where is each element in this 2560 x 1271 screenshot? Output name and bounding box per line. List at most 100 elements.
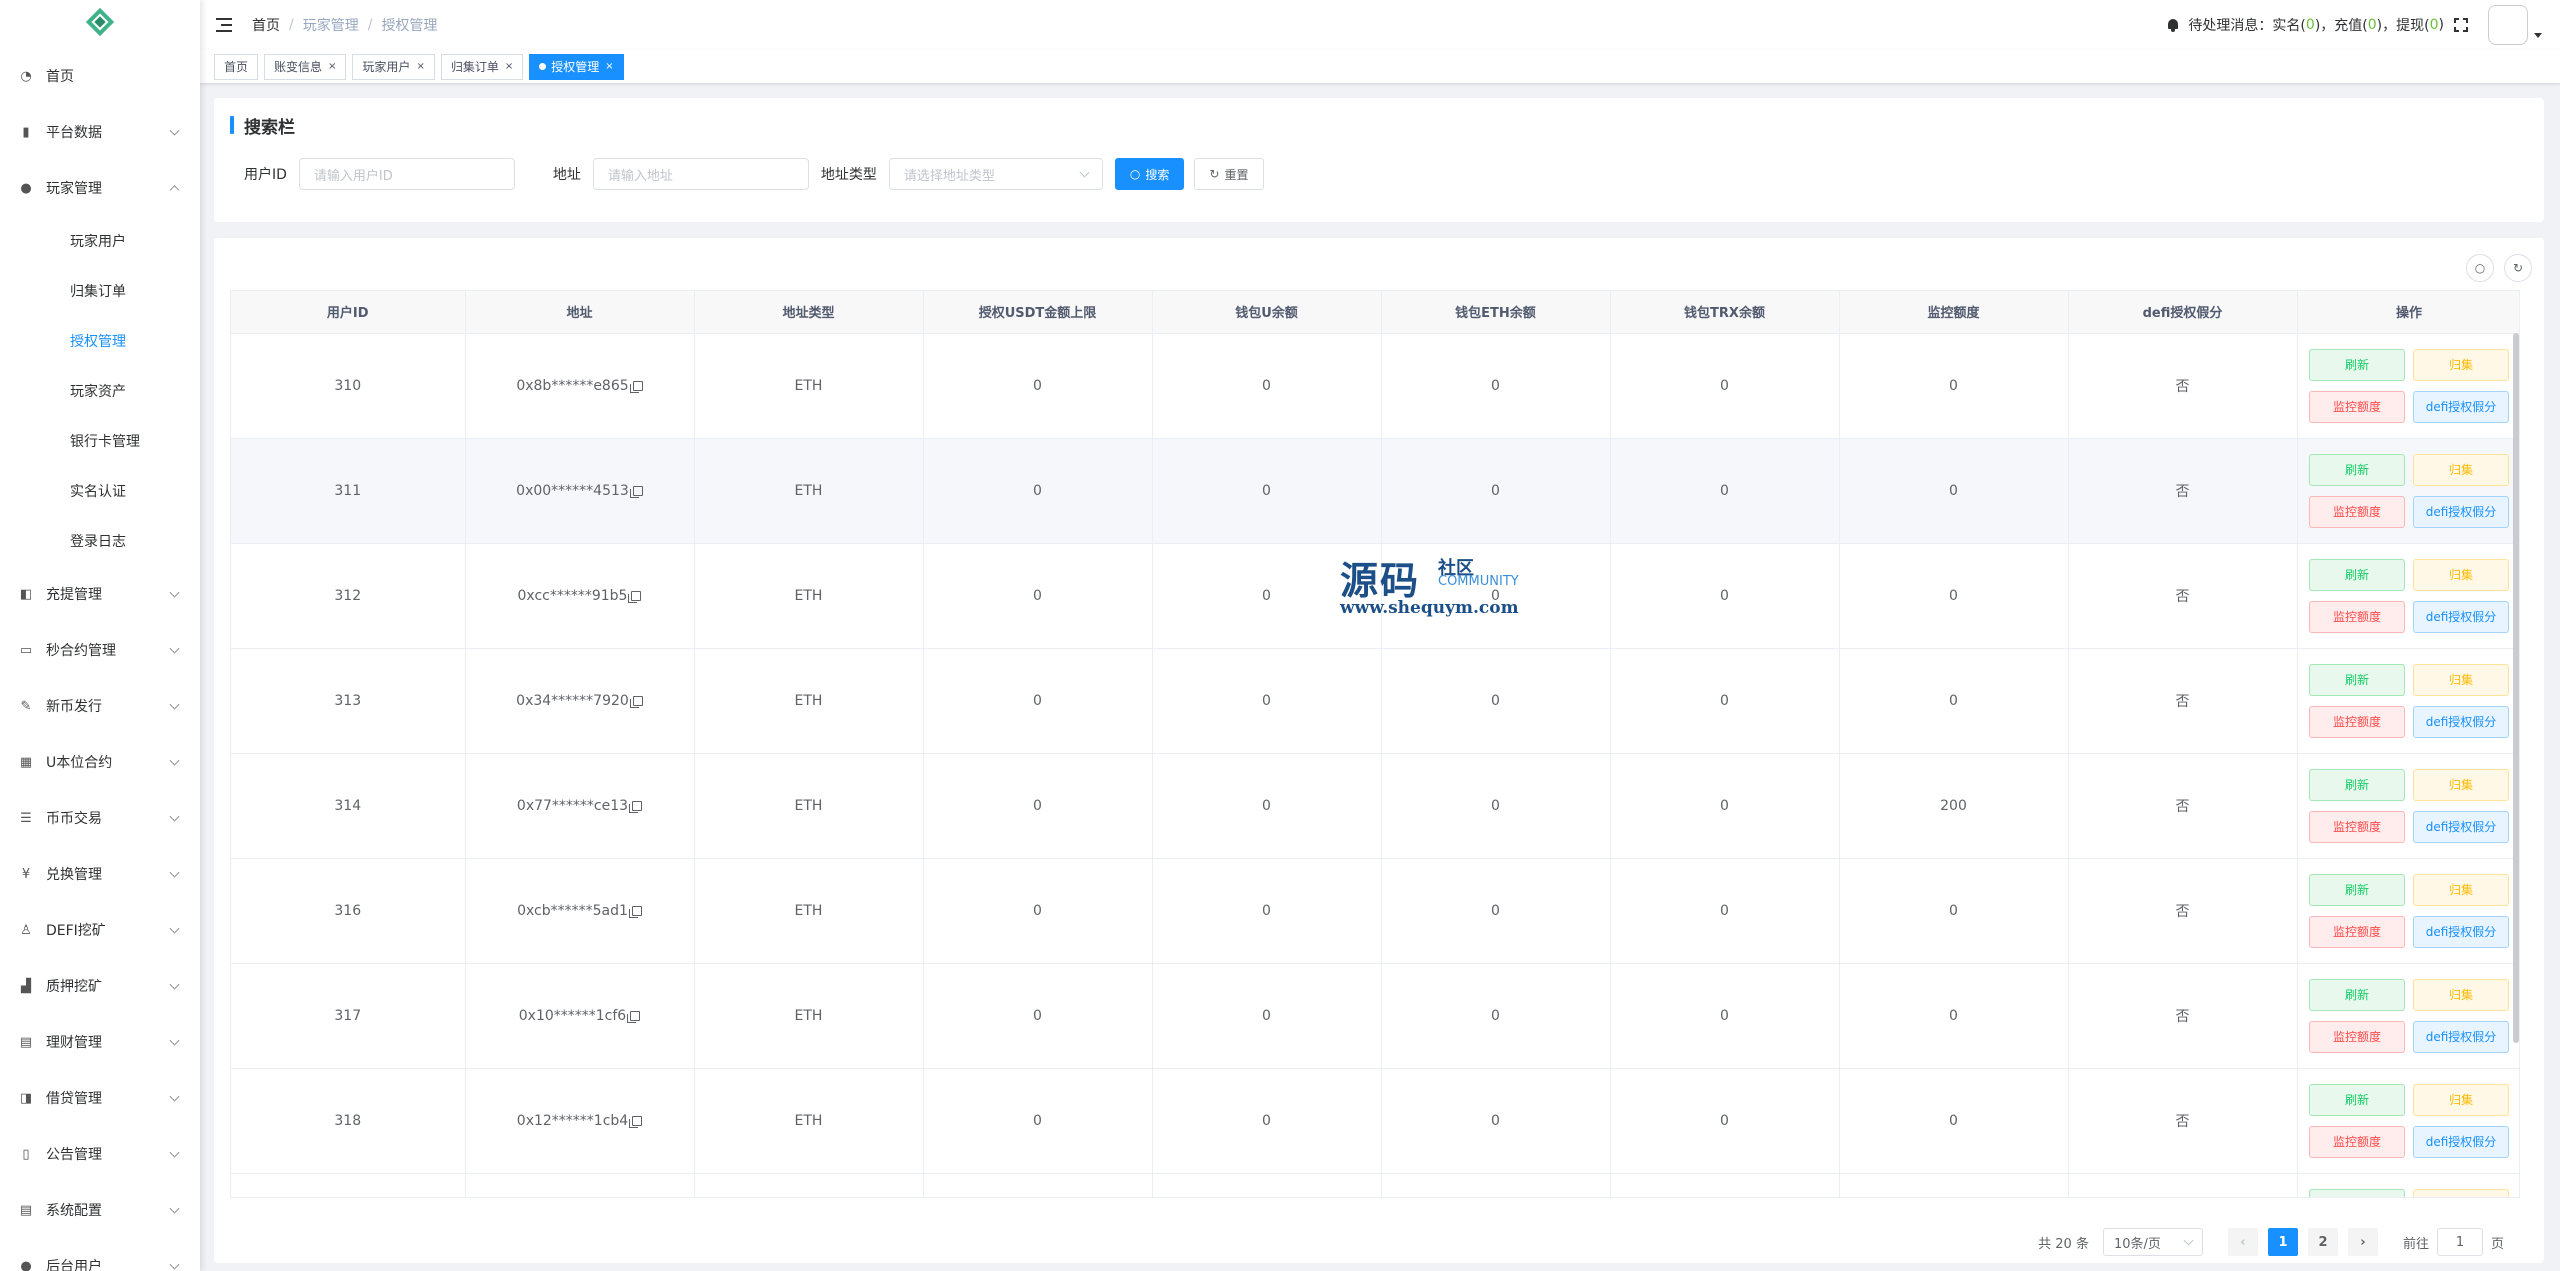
sidebar-subitem-3[interactable]: 玩家资产 [0,366,200,416]
tag-4[interactable]: 授权管理 × [529,53,624,80]
sidebar-item-7[interactable]: ☰ 币币交易 [0,790,200,846]
sidebar-item-12[interactable]: ◨ 借贷管理 [0,1070,200,1126]
copy-icon[interactable] [627,1010,641,1023]
sidebar-item-2[interactable]: ● 玩家管理 [0,160,200,216]
copy-icon[interactable] [628,590,642,603]
copy-icon[interactable] [629,380,643,393]
recharge-count[interactable]: 0 [2368,17,2377,33]
tag-1[interactable]: 账变信息 × [264,53,347,80]
address-type-select[interactable]: 请选择地址类型 [888,158,1103,190]
recharge-label[interactable]: )，充值( [2315,15,2368,35]
reset-button[interactable]: ↻ 重置 [1194,158,1264,190]
defi-fake-score-button[interactable]: defi授权假分 [2413,600,2509,633]
sidebar-item-13[interactable]: ▯ 公告管理 [0,1126,200,1182]
breadcrumb-home[interactable]: 首页 [252,15,280,35]
search-button[interactable]: ○ 搜索 [1114,158,1185,190]
avatar[interactable] [2488,5,2528,45]
copy-icon[interactable] [629,485,643,498]
monitor-limit-button[interactable]: 监控额度 [2309,390,2405,423]
tag-2[interactable]: 玩家用户 × [352,53,435,80]
sidebar-item-0[interactable]: ◔ 首页 [0,48,200,104]
monitor-limit-button[interactable]: 监控额度 [2309,705,2405,738]
defi-fake-score-button[interactable]: defi授权假分 [2413,705,2509,738]
table-scrollbar[interactable] [2513,333,2519,1043]
page-size-select[interactable]: 10条/页 [2102,1228,2203,1256]
address-input[interactable]: 请输入地址 [592,158,809,190]
close-icon[interactable]: × [605,61,613,72]
fullscreen-icon[interactable] [2454,18,2468,32]
page-2-button[interactable]: 2 [2307,1228,2338,1256]
sidebar-item-14[interactable]: ▤ 系统配置 [0,1182,200,1238]
refresh-button[interactable]: 刷新 [2309,873,2405,906]
realname-count[interactable]: 0 [2306,17,2315,33]
refresh-button[interactable]: 刷新 [2309,558,2405,591]
defi-fake-score-button[interactable]: defi授权假分 [2413,1125,2509,1158]
refresh-button[interactable]: 刷新 [2309,1083,2405,1116]
refresh-button[interactable]: 刷新 [2309,663,2405,696]
tag-0[interactable]: 首页 [214,53,259,80]
monitor-limit-button[interactable]: 监控额度 [2309,1020,2405,1053]
sidebar-item-5[interactable]: ✎ 新币发行 [0,678,200,734]
sidebar-item-10[interactable]: ▟ 质押挖矿 [0,958,200,1014]
caret-down-icon[interactable] [2534,32,2542,38]
logo[interactable] [0,0,200,48]
defi-fake-score-button[interactable]: defi授权假分 [2413,1020,2509,1053]
withdraw-count[interactable]: 0 [2430,17,2439,33]
copy-icon[interactable] [628,905,642,918]
collect-button[interactable]: 归集 [2413,348,2509,381]
close-icon[interactable]: × [328,61,336,72]
copy-icon[interactable] [629,695,643,708]
sidebar-subitem-0[interactable]: 玩家用户 [0,216,200,266]
prev-page-button[interactable]: ‹ [2227,1228,2258,1256]
refresh-button[interactable]: 刷新 [2309,978,2405,1011]
withdraw-label[interactable]: )，提现( [2377,15,2430,35]
refresh-button[interactable]: 刷新 [2309,1188,2405,1197]
collect-button[interactable]: 归集 [2413,1188,2509,1197]
collect-button[interactable]: 归集 [2413,558,2509,591]
goto-page-input[interactable]: 1 [2436,1228,2483,1256]
next-page-button[interactable]: › [2347,1228,2378,1256]
sidebar-subitem-1[interactable]: 归集订单 [0,266,200,316]
monitor-limit-button[interactable]: 监控额度 [2309,915,2405,948]
refresh-button[interactable]: 刷新 [2309,453,2405,486]
sidebar-subitem-4[interactable]: 银行卡管理 [0,416,200,466]
sidebar-item-6[interactable]: ▦ U本位合约 [0,734,200,790]
sidebar-item-8[interactable]: ¥ 兑换管理 [0,846,200,902]
realname-label[interactable]: 实名( [2272,15,2305,35]
sidebar-item-1[interactable]: ▮ 平台数据 [0,104,200,160]
sidebar-subitem-5[interactable]: 实名认证 [0,466,200,516]
sidebar-item-11[interactable]: ▤ 理财管理 [0,1014,200,1070]
sidebar-item-4[interactable]: ▭ 秒合约管理 [0,622,200,678]
monitor-limit-button[interactable]: 监控额度 [2309,810,2405,843]
monitor-limit-button[interactable]: 监控额度 [2309,1125,2405,1158]
collect-button[interactable]: 归集 [2413,768,2509,801]
collect-button[interactable]: 归集 [2413,1083,2509,1116]
sidebar-subitem-6[interactable]: 登录日志 [0,516,200,566]
toggle-search-button[interactable]: ○ [2466,254,2494,282]
defi-fake-score-button[interactable]: defi授权假分 [2413,915,2509,948]
defi-fake-score-button[interactable]: defi授权假分 [2413,495,2509,528]
defi-fake-score-button[interactable]: defi授权假分 [2413,390,2509,423]
collect-button[interactable]: 归集 [2413,453,2509,486]
close-icon[interactable]: × [505,61,513,72]
sidebar-item-3[interactable]: ◧ 充提管理 [0,566,200,622]
close-icon[interactable]: × [416,61,424,72]
collect-button[interactable]: 归集 [2413,873,2509,906]
copy-icon[interactable] [629,800,643,813]
page-1-button[interactable]: 1 [2267,1228,2298,1256]
monitor-limit-button[interactable]: 监控额度 [2309,600,2405,633]
user-id-input[interactable]: 请输入用户ID [298,158,515,190]
copy-icon[interactable] [629,1115,643,1128]
sidebar-item-9[interactable]: ♙ DEFI挖矿 [0,902,200,958]
collect-button[interactable]: 归集 [2413,663,2509,696]
refresh-table-button[interactable]: ↻ [2504,254,2532,282]
monitor-limit-button[interactable]: 监控额度 [2309,495,2405,528]
hamburger-icon[interactable] [216,18,232,32]
defi-fake-score-button[interactable]: defi授权假分 [2413,810,2509,843]
tag-3[interactable]: 归集订单 × [440,53,524,80]
refresh-button[interactable]: 刷新 [2309,348,2405,381]
collect-button[interactable]: 归集 [2413,978,2509,1011]
sidebar-item-15[interactable]: ● 后台用户 [0,1238,200,1271]
refresh-button[interactable]: 刷新 [2309,768,2405,801]
sidebar-subitem-2[interactable]: 授权管理 [0,316,200,366]
